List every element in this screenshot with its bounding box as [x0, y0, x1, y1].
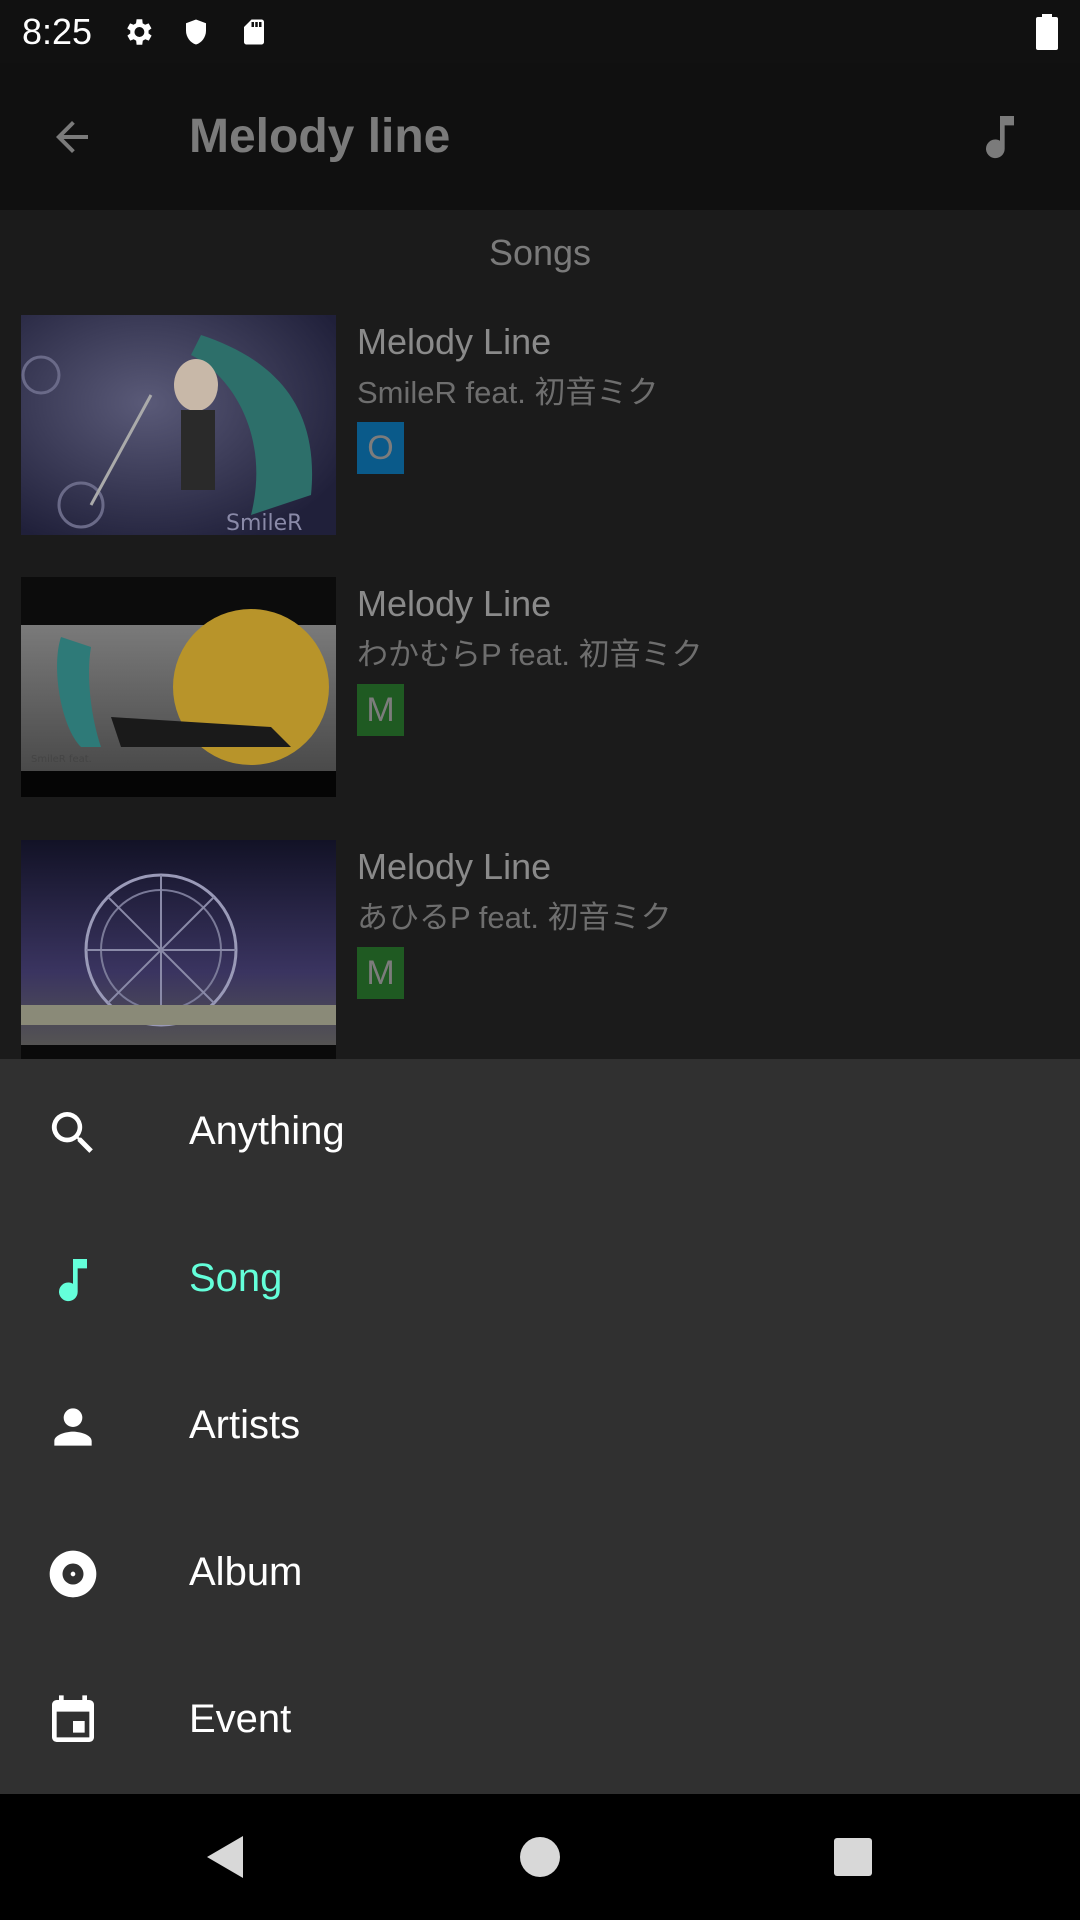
- song-artist: あひるP feat. 初音ミク: [357, 900, 672, 935]
- nav-back-icon[interactable]: [203, 1834, 249, 1880]
- list-item[interactable]: SmileR Melody Line SmileR feat. 初音ミク O: [0, 315, 1080, 535]
- sheet-item-label: Anything: [189, 1109, 345, 1153]
- page-title: Melody line: [189, 110, 451, 163]
- song-artist: わかむらP feat. 初音ミク: [357, 637, 703, 672]
- search-icon: [45, 1105, 101, 1161]
- song-title: Melody Line: [357, 583, 552, 624]
- list-item[interactable]: SmileR feat. Melody Line わかむらP feat. 初音ミ…: [0, 577, 1080, 797]
- navigation-bar: [0, 1794, 1080, 1920]
- battery-icon: [1036, 14, 1058, 50]
- calendar-icon: [45, 1693, 101, 1749]
- sheet-item-label: Song: [189, 1256, 283, 1300]
- sheet-item-album[interactable]: Album: [0, 1500, 1080, 1647]
- nav-home-icon[interactable]: [517, 1834, 563, 1880]
- status-bar: 8:25: [0, 0, 1080, 63]
- song-type-badge: M: [357, 947, 404, 999]
- app-bar: Melody line: [0, 63, 1080, 210]
- music-note-icon[interactable]: [972, 109, 1028, 165]
- arrow-left-icon[interactable]: [48, 113, 96, 161]
- song-title: Melody Line: [357, 846, 552, 887]
- sheet-item-song[interactable]: Song: [0, 1206, 1080, 1353]
- sheet-item-event[interactable]: Event: [0, 1647, 1080, 1794]
- shield-icon: [178, 14, 214, 50]
- search-type-sheet: Anything Song Artists Album Event: [0, 1059, 1080, 1794]
- song-type-badge: O: [357, 422, 404, 474]
- song-thumbnail: [21, 840, 336, 1060]
- gear-icon: [120, 14, 156, 50]
- song-thumbnail: SmileR feat.: [21, 577, 336, 797]
- status-time: 8:25: [22, 10, 93, 52]
- song-title: Melody Line: [357, 321, 552, 362]
- person-icon: [45, 1399, 101, 1455]
- sheet-item-label: Artists: [189, 1403, 301, 1447]
- sheet-item-label: Album: [189, 1550, 303, 1594]
- list-item[interactable]: Melody Line あひるP feat. 初音ミク M: [0, 840, 1080, 1060]
- song-type-badge: M: [357, 684, 404, 736]
- disc-icon: [45, 1546, 101, 1602]
- nav-recents-icon[interactable]: [830, 1834, 876, 1880]
- sheet-item-artists[interactable]: Artists: [0, 1353, 1080, 1500]
- song-artist: SmileR feat. 初音ミク: [357, 375, 659, 410]
- music-note-icon: [45, 1252, 101, 1308]
- screen: 8:25 Melody line Songs SmileR Melody Lin…: [0, 0, 1080, 1920]
- svg-text:SmileR feat.: SmileR feat.: [31, 754, 92, 765]
- sheet-item-anything[interactable]: Anything: [0, 1059, 1080, 1206]
- svg-text:SmileR: SmileR: [226, 511, 302, 535]
- sheet-item-label: Event: [189, 1697, 292, 1741]
- song-thumbnail: SmileR: [21, 315, 336, 535]
- sd-card-icon: [236, 14, 272, 50]
- song-list: Songs SmileR Melody Line SmileR feat. 初音…: [0, 210, 1080, 1060]
- section-header: Songs: [488, 232, 592, 273]
